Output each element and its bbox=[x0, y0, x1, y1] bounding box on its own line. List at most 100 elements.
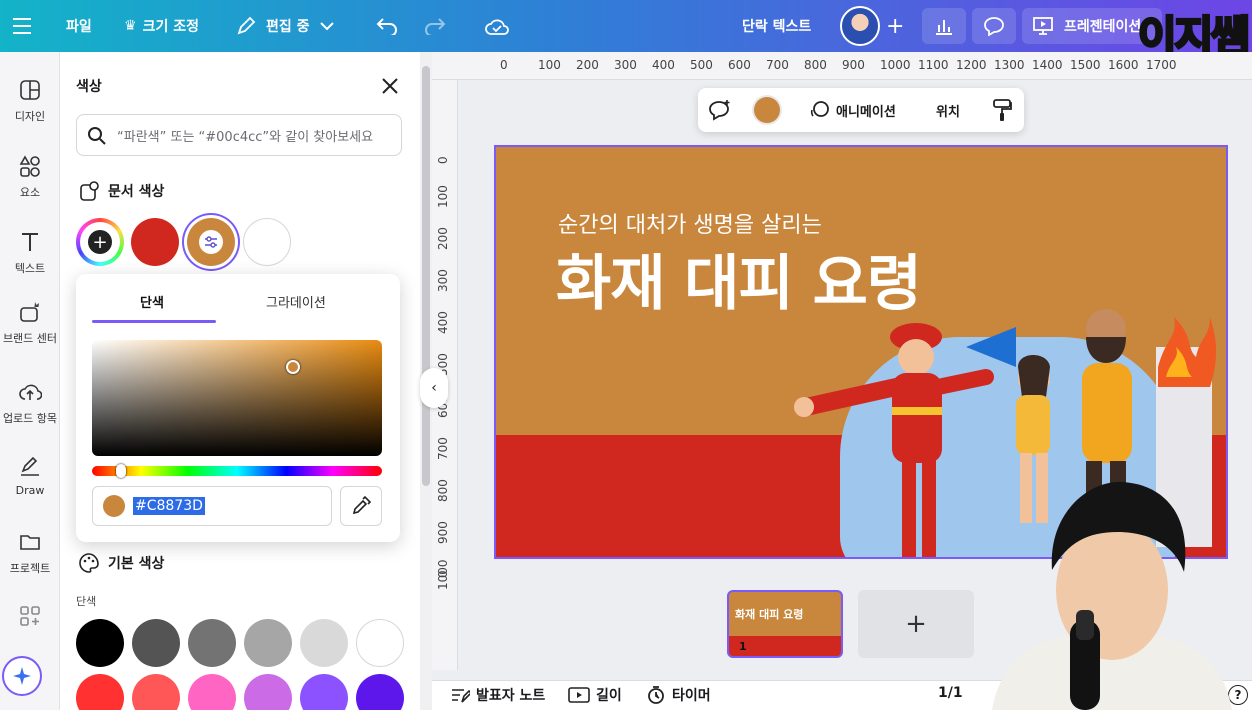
color-swatch[interactable] bbox=[244, 674, 292, 710]
plus-icon: + bbox=[88, 230, 112, 254]
cloud-saved-icon[interactable] bbox=[484, 0, 510, 52]
animation-icon bbox=[810, 101, 829, 117]
webcam-presenter bbox=[992, 481, 1232, 710]
tab-gradient[interactable]: 그라데이션 bbox=[266, 292, 326, 311]
hue-slider[interactable] bbox=[92, 466, 382, 476]
duration-button[interactable]: 길이 bbox=[568, 685, 622, 705]
ruler-tick-label: 1100 bbox=[918, 58, 949, 72]
add-page-button[interactable]: + bbox=[858, 590, 974, 658]
ruler-tick-label: 300 bbox=[436, 269, 450, 292]
doc-color-orange-selected[interactable] bbox=[187, 218, 235, 266]
rail-label: 요소 bbox=[19, 186, 41, 199]
rail-label: 디자인 bbox=[14, 110, 46, 123]
position-button[interactable]: 위치 bbox=[936, 88, 960, 132]
page-thumbnail[interactable]: 화재 대피 요령 1 bbox=[727, 590, 843, 658]
close-icon[interactable] bbox=[378, 74, 402, 98]
add-color-swatch[interactable]: + bbox=[76, 218, 124, 266]
active-tab-indicator bbox=[92, 320, 216, 323]
ruler-tick-label: 1700 bbox=[1146, 58, 1177, 72]
page-counter[interactable]: 1/1 bbox=[938, 685, 963, 701]
ruler-tick-label: 600 bbox=[728, 58, 751, 72]
rail-uploads[interactable]: 업로드 항목 bbox=[0, 380, 60, 450]
saturation-value-field[interactable] bbox=[92, 340, 382, 456]
edit-mode-label: 편집 중 bbox=[266, 19, 310, 35]
magic-button[interactable] bbox=[2, 656, 42, 696]
doc-color-white[interactable] bbox=[243, 218, 291, 266]
add-collaborator-icon[interactable]: + bbox=[886, 0, 904, 52]
notes-icon bbox=[452, 689, 470, 703]
sliders-icon bbox=[199, 230, 223, 254]
color-swatch[interactable] bbox=[356, 619, 404, 667]
color-swatch[interactable] bbox=[76, 674, 124, 710]
hue-handle[interactable] bbox=[116, 464, 126, 478]
color-handle[interactable] bbox=[286, 360, 300, 374]
ruler-tick-label: 1400 bbox=[1032, 58, 1063, 72]
color-swatch[interactable] bbox=[132, 674, 180, 710]
hex-input[interactable]: #C8873D bbox=[92, 486, 332, 526]
avatar[interactable] bbox=[840, 6, 880, 46]
rail-draw[interactable]: Draw bbox=[0, 454, 60, 524]
color-swatch[interactable] bbox=[244, 619, 292, 667]
resize-button[interactable]: ♛ 크기 조정 bbox=[124, 0, 199, 52]
default-colors-label: 기본 색상 bbox=[108, 556, 165, 572]
rail-elements[interactable]: 요소 bbox=[0, 154, 60, 224]
eyedropper-button[interactable] bbox=[340, 486, 382, 526]
ruler-tick-label: 1300 bbox=[994, 58, 1025, 72]
shapes-icon bbox=[19, 155, 40, 177]
ruler-tick-label: 100 bbox=[538, 58, 561, 72]
present-icon bbox=[1033, 17, 1053, 35]
rail-projects[interactable]: 프로젝트 bbox=[0, 530, 60, 600]
color-swatch[interactable] bbox=[356, 674, 404, 710]
top-bar: 파일 ♛ 크기 조정 편집 중 단락 텍스트 + 프레젠테이션 이지쌤 bbox=[0, 0, 1252, 59]
doc-title[interactable]: 단락 텍스트 bbox=[742, 0, 811, 52]
ruler-tick-label: 0 bbox=[436, 156, 450, 164]
palette-doc-icon bbox=[80, 181, 99, 201]
color-swatch[interactable] bbox=[132, 619, 180, 667]
scroll-thumb[interactable] bbox=[422, 66, 430, 486]
doc-color-red[interactable] bbox=[131, 218, 179, 266]
rail-text[interactable]: 텍스트 bbox=[0, 230, 60, 300]
color-swatch[interactable] bbox=[76, 619, 124, 667]
analytics-button[interactable] bbox=[922, 8, 966, 44]
color-swatch[interactable] bbox=[188, 619, 236, 667]
ruler-tick-label: 800 bbox=[804, 58, 827, 72]
layout-icon bbox=[20, 80, 40, 100]
default-colors-heading: 기본 색상 bbox=[78, 552, 164, 574]
search-placeholder: “파란색” 또는 “#00c4cc”와 같이 찾아보세요 bbox=[117, 129, 374, 145]
brand-icon bbox=[20, 302, 39, 322]
tab-solid[interactable]: 단색 bbox=[140, 292, 164, 311]
undo-icon[interactable] bbox=[376, 0, 398, 52]
rail-label: Draw bbox=[15, 484, 45, 497]
redo-icon[interactable] bbox=[424, 0, 446, 52]
comment-add-icon[interactable] bbox=[708, 88, 732, 132]
collapse-panel-button[interactable]: ‹ bbox=[420, 368, 448, 408]
color-picker-popover: 단색 그라데이션 #C8873D bbox=[76, 274, 400, 542]
paint-format-icon[interactable] bbox=[992, 88, 1012, 132]
search-icon bbox=[88, 127, 106, 145]
rail-label: 브랜드 센터 bbox=[2, 332, 58, 345]
ruler-tick-label: 200 bbox=[576, 58, 599, 72]
ruler-tick-label: 1600 bbox=[1108, 58, 1139, 72]
comment-button[interactable] bbox=[972, 8, 1016, 44]
rail-brand[interactable]: 브랜드 센터 bbox=[0, 300, 60, 370]
thumb-page-number: 1 bbox=[739, 640, 747, 653]
color-swatch[interactable] bbox=[188, 674, 236, 710]
ruler-tick-label: 1000 bbox=[880, 58, 911, 72]
timer-icon bbox=[648, 686, 664, 704]
fill-color-swatch[interactable] bbox=[754, 97, 780, 123]
edit-mode-dropdown[interactable]: 편집 중 bbox=[236, 0, 334, 52]
folder-icon bbox=[20, 535, 40, 550]
notes-label: 발표자 노트 bbox=[476, 688, 546, 704]
color-search-input[interactable]: “파란색” 또는 “#00c4cc”와 같이 찾아보세요 bbox=[76, 114, 402, 156]
ruler-tick-label: 0 bbox=[500, 58, 508, 72]
notes-button[interactable]: 발표자 노트 bbox=[450, 685, 545, 705]
color-swatch[interactable] bbox=[300, 674, 348, 710]
rail-design[interactable]: 디자인 bbox=[0, 78, 60, 148]
menu-icon[interactable] bbox=[12, 0, 32, 52]
file-menu[interactable]: 파일 bbox=[66, 0, 92, 52]
color-swatch[interactable] bbox=[300, 619, 348, 667]
resize-label: 크기 조정 bbox=[142, 19, 199, 35]
animation-button[interactable]: 애니메이션 bbox=[808, 88, 896, 132]
animation-label: 애니메이션 bbox=[836, 104, 896, 120]
timer-button[interactable]: 타이머 bbox=[646, 685, 711, 705]
